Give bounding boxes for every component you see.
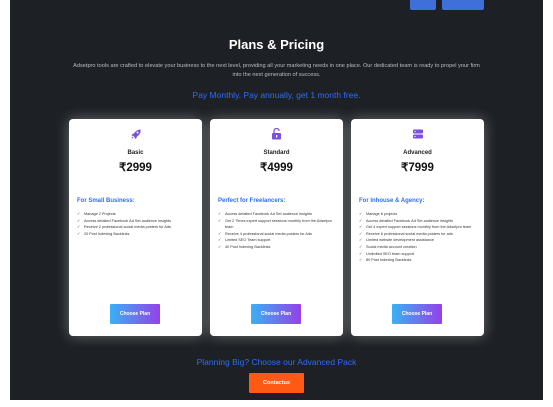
- plan-audience: For Small Business:: [77, 198, 135, 204]
- feature-item: Limited website development assistance: [359, 237, 479, 244]
- page-title: Plans & Pricing: [228, 37, 325, 52]
- top-nav-button[interactable]: [410, 0, 436, 10]
- feature-item: Manage 6 projects: [359, 211, 479, 218]
- plan-audience: For Inhouse & Agency:: [359, 198, 425, 204]
- feature-list: Manage 6 projects Access detailed Facebo…: [359, 211, 479, 264]
- plan-price: ₹2999: [119, 162, 152, 174]
- feature-item: Access detailed Facebook Ad Set audience…: [77, 218, 197, 225]
- feature-item: Get 2 Times expert support sessions mont…: [218, 218, 338, 231]
- server-icon: [412, 127, 424, 145]
- feature-item: Receive 2 professional social media post…: [77, 224, 197, 231]
- advanced-pack-heading: Planning Big? Choose our Advanced Pack: [196, 357, 357, 367]
- feature-item: Social media account creation: [359, 244, 479, 251]
- plan-card-basic: Basic ₹2999 For Small Business: Manage 2…: [69, 119, 202, 336]
- feature-item: Access detailed Facebook Ad Set audience…: [359, 218, 479, 225]
- feature-item: 40 Post Indexing Backlinks: [218, 244, 338, 251]
- feature-list: Access detailed Facebook Ad Set audience…: [218, 211, 338, 251]
- plan-name: Basic: [127, 150, 144, 156]
- unlock-icon: [271, 127, 282, 145]
- choose-plan-button-basic[interactable]: Choose Plan: [110, 304, 160, 324]
- feature-item: Unlimited SEO team support: [359, 251, 479, 258]
- rocket-icon: [130, 127, 142, 145]
- plan-card-standard: Standard ₹4999 Perfect for Freelancers: …: [210, 119, 343, 336]
- feature-item: 20 Post Indexing Backlinks: [77, 231, 197, 238]
- choose-plan-button-standard[interactable]: Choose Plan: [251, 304, 301, 324]
- feature-item: Get 4 expert support sessions monthly fr…: [359, 224, 479, 231]
- choose-plan-button-advanced[interactable]: Choose Plan: [392, 304, 442, 324]
- contact-us-button[interactable]: Contactus: [249, 373, 304, 393]
- feature-list: Manage 2 Projects Access detailed Facebo…: [77, 211, 197, 237]
- plan-name: Advanced: [403, 150, 432, 156]
- plan-price: ₹7999: [401, 162, 434, 174]
- feature-item: Limited SEO Team support: [218, 237, 338, 244]
- feature-item: Manage 2 Projects: [77, 211, 197, 218]
- billing-offer: Pay Monthly. Pay annually, get 1 month f…: [192, 90, 361, 100]
- pricing-section: Plans & Pricing Adsetpro tools are craft…: [10, 0, 543, 400]
- feature-item: Receive 6 professional social media post…: [359, 231, 479, 238]
- top-nav-buttons: [410, 0, 484, 10]
- plan-audience: Perfect for Freelancers:: [218, 198, 286, 204]
- feature-item: 80 Post Indexing Backlinks: [359, 257, 479, 264]
- intro-text: Adsetpro tools are crafted to elevate yo…: [73, 63, 480, 78]
- top-nav-button[interactable]: [442, 0, 484, 10]
- plan-name: Standard: [263, 150, 290, 156]
- feature-item: Receive 4 professional social media post…: [218, 231, 338, 238]
- feature-item: Access detailed Facebook Ad Set audience…: [218, 211, 338, 218]
- plan-price: ₹4999: [260, 162, 293, 174]
- plan-card-advanced: Advanced ₹7999 For Inhouse & Agency: Man…: [351, 119, 484, 336]
